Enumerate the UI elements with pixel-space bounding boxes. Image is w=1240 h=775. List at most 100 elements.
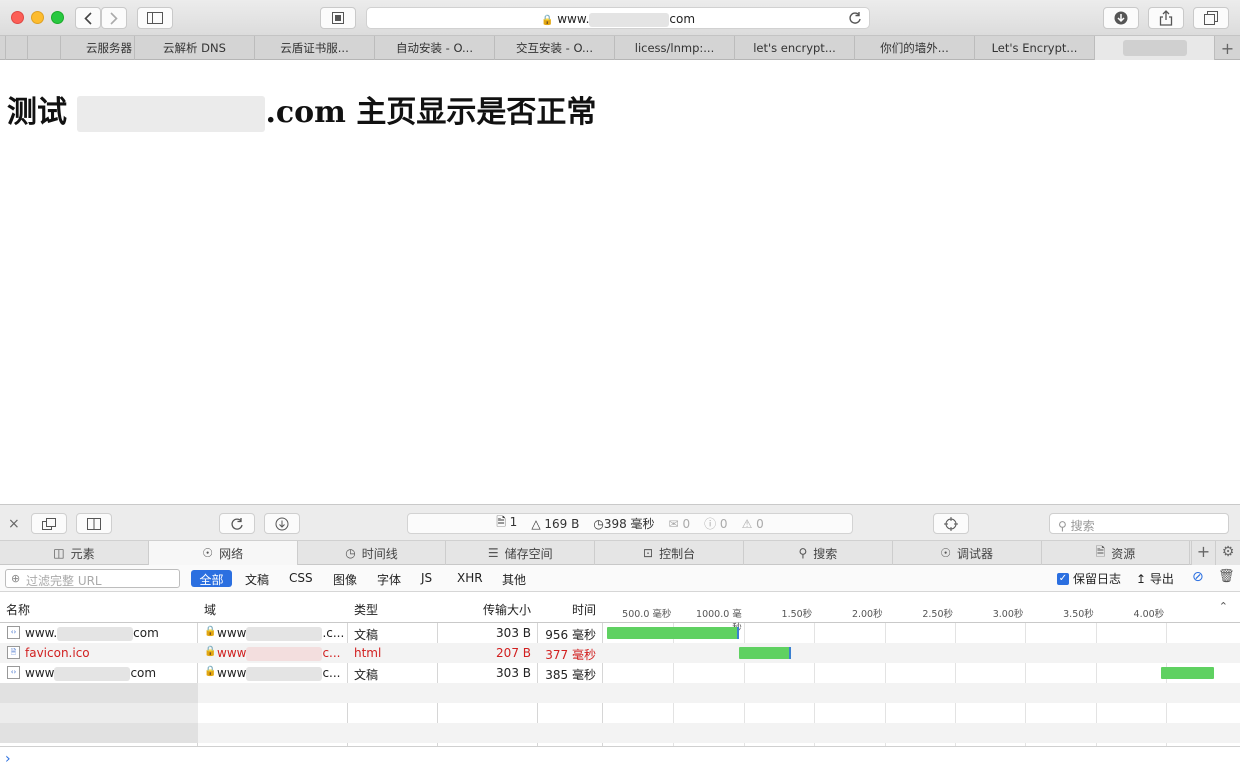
settings-button[interactable]: ⚙ [1215, 541, 1240, 565]
address-prefix: www. [557, 12, 590, 26]
clear-log-icon[interactable]: 🗑 [1218, 569, 1235, 584]
col-header-domain[interactable]: 域 [204, 601, 216, 618]
waterfall-tick-label: 500.0 毫秒 [622, 609, 672, 620]
share-button[interactable] [1148, 7, 1184, 29]
console-prompt[interactable]: › [0, 746, 1240, 775]
tab-item[interactable]: Let's Encrypt... [974, 36, 1094, 60]
filter-type-button[interactable]: 图像 [326, 570, 364, 587]
request-domain: www .c... [217, 626, 345, 641]
forward-button[interactable] [101, 7, 127, 29]
table-row[interactable]: 🗎 favicon.ico 🔒 www c... html 207 B 377 毫… [0, 643, 1240, 663]
new-tab-button[interactable]: + [1214, 36, 1240, 60]
filter-type-button[interactable]: XHR [450, 570, 490, 587]
filter-type-button[interactable]: 字体 [370, 570, 408, 587]
chevron-right-icon [110, 11, 118, 25]
col-header-type[interactable]: 类型 [354, 601, 378, 618]
tab-resources[interactable]: 🗎 资源 [1042, 541, 1191, 565]
waterfall-tick-label: 4.00秒 [1133, 609, 1165, 620]
summary-warnings: ⚠ 0 [741, 516, 764, 531]
lock-icon: 🔒 [540, 15, 554, 26]
zoom-window-button[interactable] [51, 11, 64, 24]
debugger-icon: ☉ [940, 546, 952, 560]
tab-item[interactable]: 自动安装 - O... [374, 36, 494, 60]
tab-elements[interactable]: ◫ 元素 [0, 541, 149, 565]
address-bar[interactable]: 🔒 www. com [366, 7, 870, 29]
summary-time: ◷398 毫秒 [593, 517, 655, 531]
tab-network[interactable]: ☉ 网络 [148, 541, 298, 565]
waterfall-bar[interactable] [739, 647, 792, 659]
tab-overview-button[interactable] [1193, 7, 1229, 29]
tab-item[interactable]: 云盾证书服... [254, 36, 374, 60]
minimize-window-button[interactable] [31, 11, 44, 24]
col-header-name[interactable]: 名称 [6, 601, 30, 618]
reload-icon[interactable] [848, 11, 862, 25]
tab-timeline[interactable]: ◷ 时间线 [298, 541, 447, 565]
collapse-waterfall-icon[interactable]: ⌃ [1219, 600, 1228, 613]
window-icon [42, 517, 56, 530]
tab-item[interactable]: let's encrypt... [734, 36, 854, 60]
url-filter-input[interactable]: ⊕ 过滤完整 URL [5, 569, 180, 588]
export-icon: ↥ [1136, 572, 1147, 586]
filter-type-button[interactable]: 全部 [191, 570, 232, 587]
back-button[interactable] [75, 7, 101, 29]
tab-item-active[interactable] [1094, 36, 1214, 60]
reader-view-button[interactable] [320, 7, 356, 29]
pinned-tab[interactable] [5, 36, 27, 60]
export-button[interactable]: ↥ 导出 [1136, 570, 1174, 587]
add-tab-button[interactable]: + [1191, 541, 1215, 565]
detach-window-button[interactable] [31, 513, 67, 534]
tab-console[interactable]: ⊡ 控制台 [595, 541, 744, 565]
checkbox-checked-icon[interactable]: ✓ [1057, 572, 1069, 585]
dock-side-button[interactable] [76, 513, 112, 534]
waterfall-bar[interactable] [1161, 667, 1215, 679]
tab-item[interactable]: licess/lnmp:... [614, 36, 734, 60]
reload-page-button[interactable] [219, 513, 255, 534]
request-type: html [354, 646, 382, 660]
table-row [0, 703, 1240, 723]
tab-bar: 云服务器 云解析 DNS 云盾证书服... 自动安装 - O... 交互安装 -… [0, 36, 1240, 60]
filter-type-button[interactable]: 文稿 [238, 570, 276, 587]
element-picker-button[interactable] [933, 513, 969, 534]
redacted-domain [77, 96, 266, 132]
tab-search[interactable]: ⚲ 搜索 [744, 541, 893, 565]
disable-cache-icon[interactable]: ⊘ [1192, 569, 1204, 585]
close-devtools-icon[interactable]: × [8, 516, 20, 532]
close-window-button[interactable] [11, 11, 24, 24]
filter-type-button[interactable]: CSS [282, 570, 320, 587]
storage-icon: ☰ [487, 546, 499, 560]
tab-storage[interactable]: ☰ 储存空间 [446, 541, 596, 565]
filter-type-button[interactable]: 其他 [495, 570, 533, 587]
tab-item[interactable]: 云服务器 [60, 36, 134, 60]
address-suffix: com [669, 12, 696, 26]
devtools-search-input[interactable]: ⚲ 搜索 [1049, 513, 1229, 534]
gear-icon: ⚙ [1221, 544, 1235, 560]
download-har-button[interactable] [264, 513, 300, 534]
summary-requests: 🗎 1 [496, 515, 518, 529]
filter-type-button[interactable]: JS [414, 570, 439, 587]
col-header-size[interactable]: 传输大小 [483, 601, 531, 618]
sidebar-toggle-button[interactable] [137, 7, 173, 29]
filter-icon: ⊕ [11, 572, 21, 585]
request-time: 377 毫秒 [545, 648, 596, 662]
tab-item[interactable]: 云解析 DNS [134, 36, 254, 60]
image-file-icon: 🗎 [7, 646, 20, 659]
tab-item[interactable]: 交互安装 - O... [494, 36, 614, 60]
network-icon: ☉ [202, 546, 214, 560]
waterfall-tick-label: 2.00秒 [851, 609, 883, 620]
reader-icon [332, 12, 344, 24]
share-icon [1159, 10, 1173, 26]
downloads-button[interactable] [1103, 7, 1139, 29]
table-row[interactable]: ‹› www com 🔒 www c... 文稿 303 B 385 毫秒 [0, 663, 1240, 683]
pinned-tab[interactable] [27, 36, 60, 60]
table-row[interactable]: ‹› www. com 🔒 www .c... 文稿 303 B 956 毫秒 [0, 623, 1240, 643]
col-header-time[interactable]: 时间 [572, 601, 596, 618]
waterfall-bar[interactable] [607, 627, 739, 639]
split-icon [87, 517, 101, 530]
lock-icon: 🔒 [204, 666, 217, 677]
request-domain: www c... [217, 666, 341, 681]
tab-item[interactable]: 你们的墙外... [854, 36, 974, 60]
request-size: 207 B [496, 646, 531, 660]
preserve-log-toggle[interactable]: ✓ 保留日志 [1057, 570, 1121, 587]
tab-debugger[interactable]: ☉ 调试器 [893, 541, 1042, 565]
network-filter-bar: ⊕ 过滤完整 URL 全部 文稿 CSS 图像 字体 JS XHR 其他 ✓ 保留日志 ↥ 导… [0, 565, 1240, 592]
